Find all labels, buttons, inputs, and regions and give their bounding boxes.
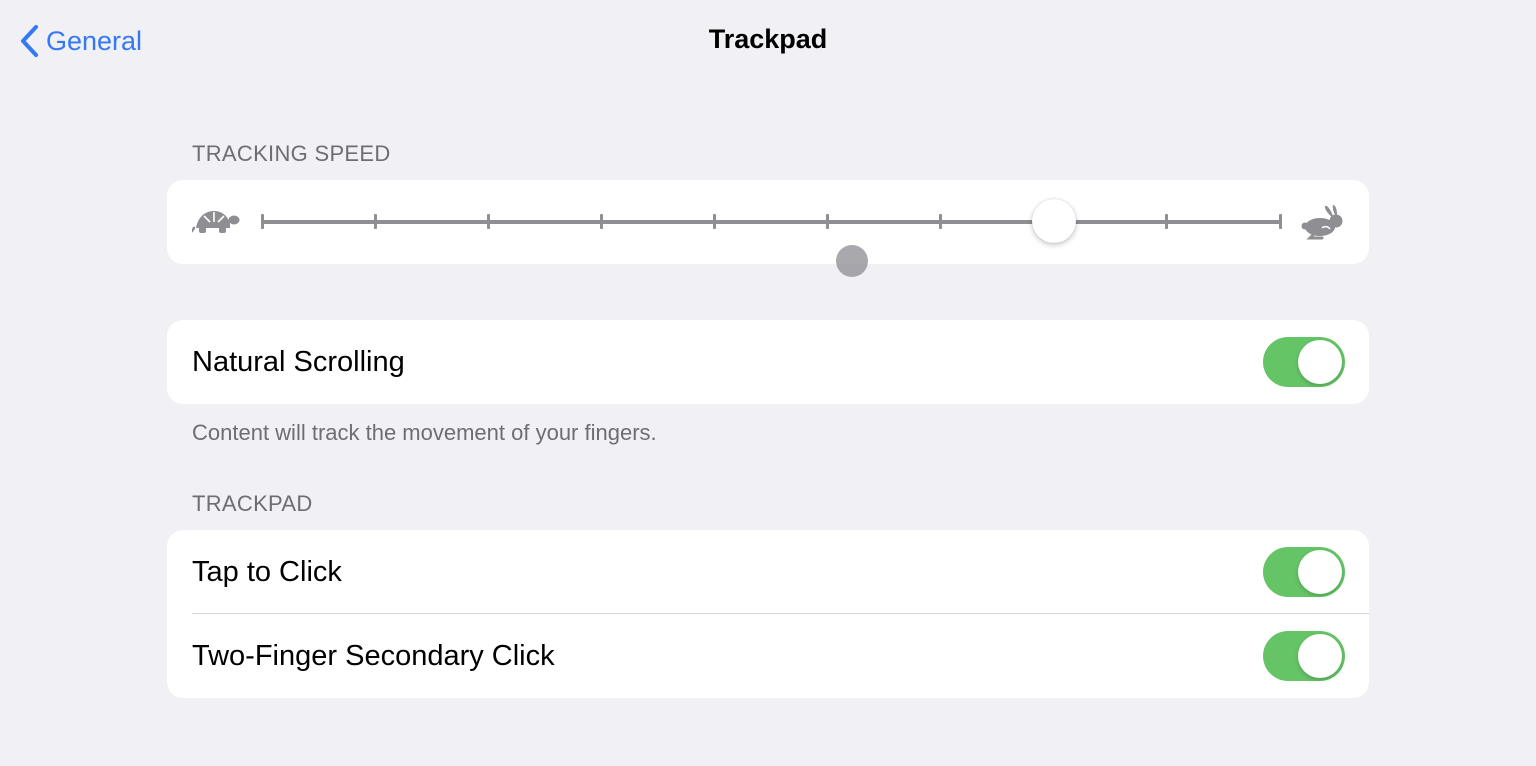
page-title: Trackpad <box>708 24 828 54</box>
natural-scrolling-label: Natural Scrolling <box>192 345 405 378</box>
trackpad-section-header: TRACKPAD <box>192 491 313 516</box>
toggle-knob <box>1298 634 1342 678</box>
slider-tick <box>1165 214 1169 229</box>
tracking-speed-slider-thumb[interactable] <box>1031 199 1076 243</box>
natural-scrolling-toggle[interactable] <box>1263 337 1345 387</box>
rabbit-icon <box>1301 205 1343 240</box>
slider-tick <box>712 214 716 229</box>
natural-scrolling-card: Natural Scrolling <box>167 320 1369 404</box>
two-finger-secondary-click-row: Two-Finger Secondary Click <box>167 614 1369 698</box>
slider-tick <box>486 214 490 229</box>
toggle-knob <box>1298 340 1342 384</box>
tap-to-click-row: Tap to Click <box>167 530 1369 614</box>
two-finger-secondary-click-toggle[interactable] <box>1263 631 1345 681</box>
tracking-speed-track[interactable] <box>262 220 1280 224</box>
two-finger-secondary-click-label: Two-Finger Secondary Click <box>192 639 555 672</box>
trackpad-card: Tap to Click Two-Finger Secondary Click <box>167 530 1369 698</box>
slider-tick <box>939 214 943 229</box>
slider-tick <box>373 214 377 229</box>
slider-tick <box>1278 214 1282 229</box>
tap-to-click-label: Tap to Click <box>192 555 342 588</box>
natural-scrolling-row: Natural Scrolling <box>167 320 1369 404</box>
tap-to-click-toggle[interactable] <box>1263 547 1345 597</box>
toggle-knob <box>1298 550 1342 594</box>
turtle-icon <box>192 211 240 233</box>
slider-tick <box>826 214 830 229</box>
tracking-speed-header: TRACKING SPEED <box>192 141 391 166</box>
natural-scrolling-footer: Content will track the movement of your … <box>192 420 657 445</box>
slider-tick <box>599 214 603 229</box>
navigation-bar: General Trackpad <box>0 0 1536 82</box>
slider-tick <box>260 214 264 229</box>
pointer-cursor <box>836 245 868 277</box>
